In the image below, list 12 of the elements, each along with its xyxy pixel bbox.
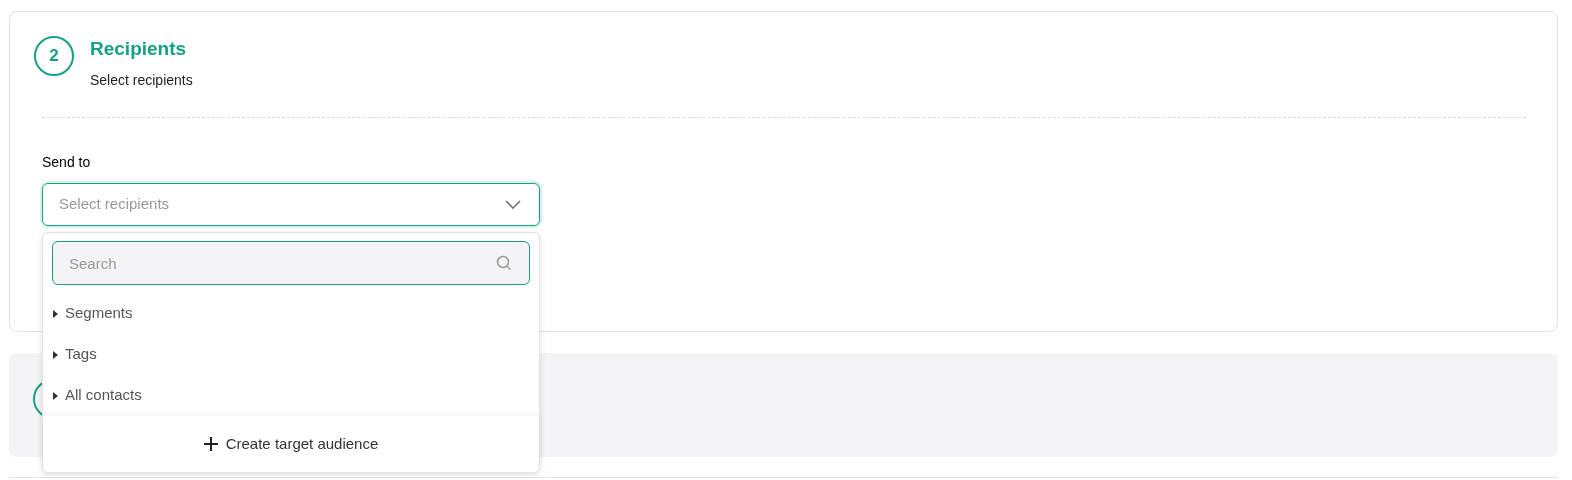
create-audience-button[interactable]: Create target audience — [203, 432, 379, 456]
plus-icon — [203, 437, 218, 451]
step-number: 2 — [34, 36, 74, 76]
tree-item[interactable]: All contacts — [43, 375, 539, 416]
search-field[interactable]: Search — [52, 241, 530, 285]
chevron-down-icon — [505, 199, 521, 210]
field-label: Send to — [42, 153, 92, 172]
tree-item[interactable]: Segments — [43, 293, 539, 334]
tree-item[interactable]: Tags — [43, 334, 539, 375]
step-subtitle: Select recipients — [90, 71, 193, 90]
search-icon — [496, 255, 512, 271]
step-title: Recipients — [90, 37, 188, 61]
